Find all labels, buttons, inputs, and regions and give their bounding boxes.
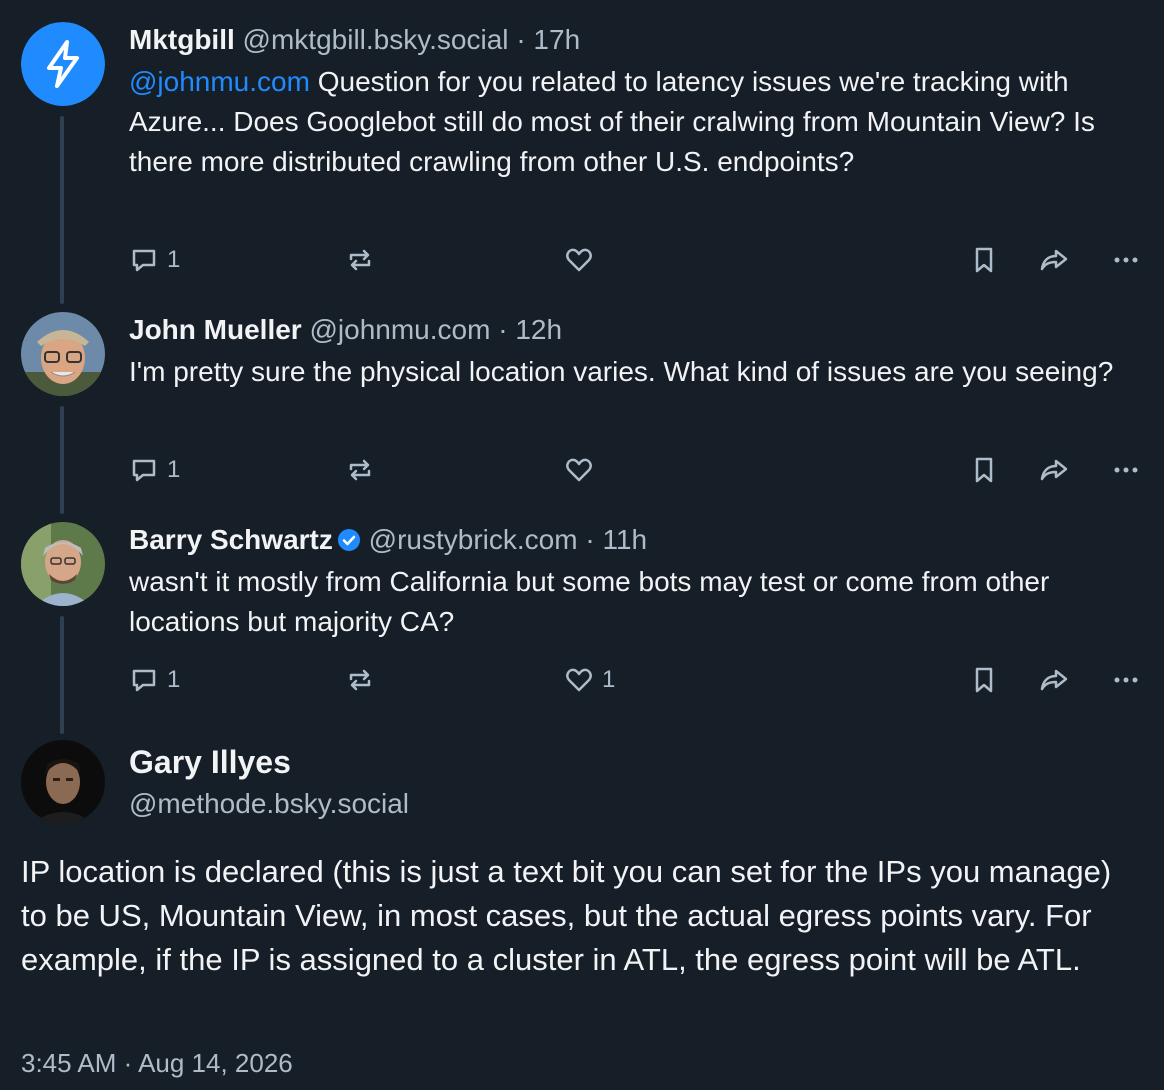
repost-button[interactable] (345, 660, 383, 700)
reply-count: 1 (167, 666, 181, 693)
avatar[interactable] (21, 22, 105, 106)
lightning-bolt-icon (21, 22, 105, 106)
post-actions: 1 1 (129, 660, 1149, 700)
more-icon (1114, 467, 1138, 473)
avatar[interactable] (21, 522, 105, 606)
like-button[interactable]: 1 (564, 660, 615, 700)
heart-icon (566, 668, 592, 692)
repost-icon (349, 669, 371, 691)
reply-button[interactable]: 1 (129, 240, 180, 280)
reply-icon (132, 669, 156, 692)
more-options-button[interactable] (1111, 660, 1141, 700)
reply-icon (132, 249, 156, 272)
author-name[interactable]: Barry Schwartz (129, 524, 333, 555)
post-timestamp[interactable]: 3:45 AM · Aug 14, 2026 (21, 1048, 293, 1079)
main-author-handle[interactable]: @methode.bsky.social (129, 788, 409, 820)
repost-icon (349, 459, 371, 481)
post-time[interactable]: 11h (602, 524, 647, 555)
post-text: @johnmu.com Question for you related to … (129, 62, 1140, 182)
post-meta: John Mueller @johnmu.com · 12h (129, 312, 1140, 348)
mention-link[interactable]: @johnmu.com (129, 66, 310, 97)
post-meta: Barry Schwartz @rustybrick.com · 11h (129, 522, 1140, 558)
bookmark-icon (975, 247, 993, 273)
author-name[interactable]: Mktgbill (129, 24, 235, 55)
thread-post[interactable]: Barry Schwartz @rustybrick.com · 11h was… (0, 510, 1164, 720)
author-name[interactable]: John Mueller (129, 314, 302, 345)
reply-icon (132, 459, 156, 482)
like-button[interactable] (564, 450, 602, 490)
post-time[interactable]: 12h (515, 314, 562, 345)
more-icon (1114, 677, 1138, 683)
post-time[interactable]: 17h (533, 24, 580, 55)
like-count: 1 (602, 666, 616, 693)
avatar[interactable] (21, 740, 105, 824)
post-text: wasn't it mostly from California but som… (129, 566, 1050, 637)
post-text: I'm pretty sure the physical location va… (129, 356, 1114, 387)
share-button[interactable] (1039, 660, 1069, 700)
share-icon (1040, 459, 1068, 481)
main-author-name[interactable]: Gary Illyes (129, 744, 291, 781)
share-button[interactable] (1039, 450, 1069, 490)
more-icon (1114, 257, 1138, 263)
bookmark-icon (975, 667, 993, 693)
reply-count: 1 (167, 246, 181, 273)
share-icon (1040, 249, 1068, 271)
separator: · (498, 314, 508, 345)
more-options-button[interactable] (1111, 450, 1141, 490)
share-icon (1040, 669, 1068, 691)
verified-badge-icon[interactable] (337, 528, 361, 552)
separator: · (516, 24, 526, 55)
avatar[interactable] (21, 312, 105, 396)
share-button[interactable] (1039, 240, 1069, 280)
avatar-photo (21, 740, 105, 824)
bookmark-icon (975, 457, 993, 483)
post-meta: Mktgbill @mktgbill.bsky.social · 17h (129, 22, 1140, 58)
bookmark-button[interactable] (969, 450, 999, 490)
bookmark-button[interactable] (969, 240, 999, 280)
avatar-photo (21, 312, 105, 396)
post-actions: 1 (129, 450, 1149, 490)
bookmark-button[interactable] (969, 660, 999, 700)
thread-post[interactable]: John Mueller @johnmu.com · 12h I'm prett… (0, 300, 1164, 510)
author-handle[interactable]: @mktgbill.bsky.social (243, 24, 509, 55)
more-options-button[interactable] (1111, 240, 1141, 280)
repost-icon (349, 249, 371, 271)
post-actions: 1 (129, 240, 1149, 280)
author-handle[interactable]: @johnmu.com (309, 314, 490, 345)
main-post: Gary Illyes @methode.bsky.social IP loca… (0, 720, 1164, 1090)
reply-button[interactable]: 1 (129, 660, 180, 700)
repost-button[interactable] (345, 450, 383, 490)
heart-icon (566, 458, 592, 482)
author-handle[interactable]: @rustybrick.com (369, 524, 578, 555)
heart-icon (566, 248, 592, 272)
repost-button[interactable] (345, 240, 383, 280)
main-post-text: IP location is declared (this is just a … (21, 854, 1112, 977)
like-button[interactable] (564, 240, 602, 280)
reply-count: 1 (167, 456, 181, 483)
reply-button[interactable]: 1 (129, 450, 180, 490)
avatar-photo (21, 522, 105, 606)
separator: · (585, 524, 595, 555)
thread-post[interactable]: Mktgbill @mktgbill.bsky.social · 17h @jo… (0, 0, 1164, 300)
